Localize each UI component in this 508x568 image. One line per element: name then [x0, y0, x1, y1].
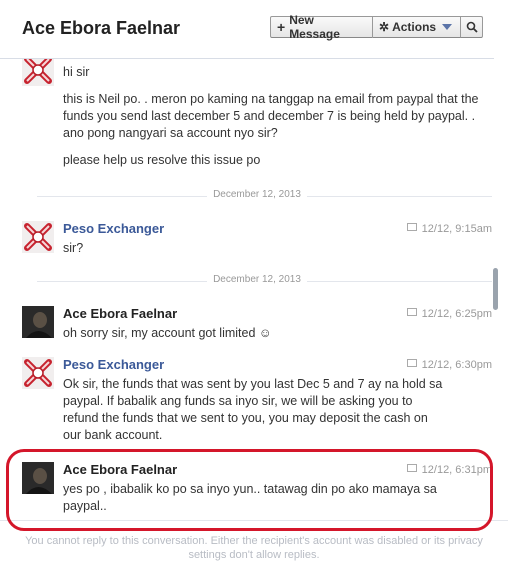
message-item: Peso Exchanger 12/12, 6:30pm Ok sir, the… [22, 357, 492, 447]
message-text: Ok sir, the funds that was sent by you l… [63, 377, 443, 442]
sender-name-link[interactable]: Peso Exchanger [63, 357, 164, 372]
message-body: Ok sir, the funds that was sent by you l… [63, 376, 448, 454]
message-body: sir? [63, 240, 488, 267]
message-text: sir? [63, 241, 84, 255]
date-separator-label: December 12, 2013 [207, 274, 307, 285]
message-icon [406, 464, 417, 472]
plus-icon: + [277, 19, 286, 35]
message-icon [406, 359, 417, 367]
message-text: please help us resolve this issue po [63, 153, 261, 167]
header-toolbar: + New Message ✲ Actions [270, 13, 483, 41]
date-separator: December 12, 2013 [22, 189, 492, 203]
reply-disabled-footer: You cannot reply to this conversation. E… [0, 520, 508, 568]
message-text: yes po , ibabalik ko po sa inyo yun.. ta… [63, 482, 437, 513]
message-body: oh sorry sir, my account got limited ☺ [63, 325, 488, 352]
search-icon [466, 21, 478, 33]
reply-disabled-notice: You cannot reply to this conversation. E… [25, 535, 483, 561]
message-body: hi sir this is Neil po. . meron po kamin… [63, 64, 488, 179]
peso-exchanger-avatar[interactable] [22, 221, 54, 253]
conversation-title: Ace Ebora Faelnar [22, 18, 181, 38]
ace-ebora-faelnar-avatar[interactable] [22, 306, 54, 338]
message-timestamp: 12/12, 6:31pm [406, 464, 492, 476]
date-separator: December 12, 2013 [22, 274, 492, 288]
peso-exchanger-avatar[interactable] [22, 357, 54, 389]
message-timestamp: 12/12, 6:30pm [406, 359, 492, 371]
gear-icon: ✲ [379, 20, 390, 34]
message-body: yes po , ibabalik ko po sa inyo yun.. ta… [63, 481, 463, 520]
date-separator-label: December 12, 2013 [207, 189, 307, 200]
sender-name-link[interactable]: Ace Ebora Faelnar [63, 462, 177, 477]
ace-ebora-faelnar-avatar[interactable] [22, 462, 54, 494]
sender-name-link[interactable]: Peso Exchanger [63, 221, 164, 236]
message-timestamp: 12/12, 9:15am [406, 223, 492, 235]
message-text: this is Neil po. . meron po kaming na ta… [63, 92, 479, 140]
message-text: hi sir [63, 65, 90, 79]
message-text: oh sorry sir, my account got limited ☺ [63, 326, 272, 340]
new-message-button[interactable]: + New Message [270, 13, 373, 41]
scrollbar-thumb[interactable] [493, 268, 498, 310]
message-item: Peso Exchanger 12/12, 9:15am sir? [22, 221, 492, 261]
actions-label: Actions [392, 20, 437, 34]
search-button[interactable] [461, 16, 483, 38]
message-item: hi sir this is Neil po. . meron po kamin… [22, 54, 492, 174]
message-item: Ace Ebora Faelnar 12/12, 6:25pm oh sorry… [22, 306, 492, 346]
new-message-label: New Message [289, 13, 340, 41]
conversation-scroll-area[interactable]: hi sir this is Neil po. . meron po kamin… [0, 0, 494, 520]
conversation-header: Ace Ebora Faelnar + New Message ✲ Action… [0, 0, 494, 59]
actions-dropdown-button[interactable]: ✲ Actions [373, 16, 461, 38]
chevron-down-icon [442, 24, 453, 30]
sender-name-link[interactable]: Ace Ebora Faelnar [63, 306, 177, 321]
message-icon [406, 308, 417, 316]
message-item: Ace Ebora Faelnar 12/12, 6:31pm yes po ,… [22, 462, 492, 514]
message-timestamp: 12/12, 6:25pm [406, 308, 492, 320]
message-icon [406, 223, 417, 231]
